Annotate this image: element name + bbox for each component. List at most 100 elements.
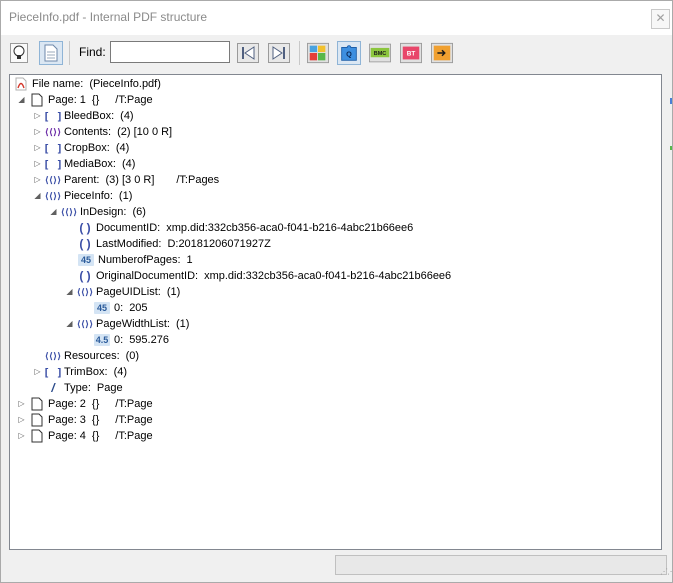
expand-arrow-icon[interactable]: ▷ [33,111,42,120]
node-value: 205 [129,302,148,314]
tree-node-pagewidthlist[interactable]: ⟨⟨⟩⟩ PageWidthList: (1) [77,316,190,332]
collapse-arrow-icon[interactable]: ◢ [17,95,26,104]
node-label: Page: 3 [48,414,86,426]
tree-node-originaldocumentid[interactable]: ( ) OriginalDocumentID: xmp.did:332cb356… [78,268,451,284]
tree-node-pageuid-0[interactable]: 45 0: 205 [94,300,148,316]
node-value: (1) [118,190,133,202]
number-icon: 4.5 [94,334,110,346]
expand-arrow-icon[interactable]: ▷ [33,175,42,184]
array-icon: [ ] [43,109,63,123]
tree-node-page-3[interactable]: Page: 3 {} /T:Page [30,412,153,428]
expand-arrow-icon[interactable]: ▷ [17,415,26,424]
hint-button[interactable] [7,41,31,65]
structure-button-5[interactable] [430,41,454,65]
node-type: /T:Page [115,398,153,410]
find-input[interactable] [110,41,230,63]
node-label: DocumentID: [96,222,161,234]
find-next-button[interactable] [267,41,291,65]
node-label: OriginalDocumentID: [96,270,199,282]
node-label: BleedBox: [64,110,115,122]
expand-arrow-icon[interactable]: ▷ [17,431,26,440]
tree-node-trimbox[interactable]: [ ] TrimBox: (4) [43,364,128,380]
node-label: Type: [64,382,91,394]
node-label: PieceInfo: [64,190,113,202]
node-value: xmp.did:332cb356-aca0-f041-b216-4abc21b6… [166,222,414,234]
expand-arrow-icon[interactable]: ▷ [33,127,42,136]
tree-node-type[interactable]: / Type: Page [46,380,122,396]
structure-button-2[interactable]: Q [337,41,361,65]
puzzle-bmc-text: BMC [374,51,387,57]
node-value: (4) [113,366,128,378]
collapse-arrow-icon[interactable]: ◢ [33,191,42,200]
structure-button-3[interactable]: BMC [368,41,392,65]
puzzle-bt-text: BT [407,51,416,58]
node-value: (6) [132,206,146,218]
collapse-arrow-icon[interactable]: ◢ [49,207,58,216]
node-label: Parent: [64,174,100,186]
node-value: 1 [186,254,193,266]
puzzle-bmc-icon: BMC [369,43,391,63]
node-label: NumberofPages: [98,254,181,266]
expand-arrow-icon[interactable]: ▷ [17,399,26,408]
structure-button-1[interactable] [306,41,330,65]
tree-node-bleedbox[interactable]: [ ] BleedBox: (4) [43,108,134,124]
node-value: (1) [166,286,181,298]
structure-button-4[interactable]: BT [399,41,423,65]
node-label: Page: 1 [48,94,86,106]
page-icon [31,93,43,107]
expand-arrow-icon[interactable]: ▷ [33,159,42,168]
tree-node-parent[interactable]: ⟨⟨⟩⟩ Parent: (3) [3 0 R] /T:Pages [44,172,219,188]
edge-highlight [670,98,672,104]
dictionary-icon: ⟨⟨⟩⟩ [44,174,62,185]
expand-arrow-icon[interactable]: ▷ [33,367,42,376]
node-value: (4) [121,158,136,170]
dictionary-icon: ⟨⟨⟩⟩ [76,286,94,297]
tree-node-file[interactable]: File name: (PieceInfo.pdf) [14,76,183,92]
tree-node-resources[interactable]: ⟨⟨⟩⟩ Resources: (0) [44,348,139,364]
dictionary-icon: ⟨⟨⟩⟩ [44,350,62,361]
tree-node-page-1[interactable]: Page: 1 {} /T:Page [30,92,153,108]
resize-grip-icon[interactable]: ⋰⋰ [660,567,673,576]
tree-node-cropbox[interactable]: [ ] CropBox: (4) [43,140,130,156]
tree-node-mediabox[interactable]: [ ] MediaBox: (4) [43,156,136,172]
tree-node-page-2[interactable]: Page: 2 {} /T:Page [30,396,153,412]
node-value: (4) [115,142,130,154]
find-next-icon [268,43,290,63]
node-value: (2) [10 0 R] [117,126,173,138]
node-value: D:20181206071927Z [167,238,271,250]
tree-node-lastmodified[interactable]: ( ) LastModified: D:20181206071927Z [78,236,271,252]
tree-node-page-4[interactable]: Page: 4 {} /T:Page [30,428,153,444]
puzzle-q-icon: Q [341,45,357,61]
name-icon: / [51,381,55,395]
collapse-arrow-icon[interactable]: ◢ [65,287,74,296]
lightbulb-icon [10,43,28,63]
node-braces: {} [91,414,100,426]
node-braces: {} [91,94,100,106]
node-label: InDesign: [80,206,127,218]
collapse-arrow-icon[interactable]: ◢ [65,319,74,328]
node-label: Resources: [64,350,120,362]
find-previous-button[interactable] [236,41,260,65]
page-icon [31,413,43,427]
tree-node-documentid[interactable]: ( ) DocumentID: xmp.did:332cb356-aca0-f0… [78,220,413,236]
structure-tree[interactable]: File name: (PieceInfo.pdf) ◢ Page: 1 {} … [9,74,662,550]
tree-node-pageuidlist[interactable]: ⟨⟨⟩⟩ PageUIDList: (1) [76,284,181,300]
node-label: 0: [114,302,124,314]
node-label: PageWidthList: [96,318,170,330]
close-button[interactable]: ✕ [651,9,670,29]
tree-node-indesign[interactable]: ⟨⟨⟩⟩ InDesign: (6) [61,204,146,220]
expand-arrow-icon[interactable]: ▷ [33,143,42,152]
node-label: TrimBox: [64,366,108,378]
tree-node-contents[interactable]: ⟨⟨⟩⟩ Contents: (2) [10 0 R] [45,124,173,140]
pdf-file-icon [15,77,27,91]
node-label: File name: [32,78,84,90]
title-bar: PieceInfo.pdf - Internal PDF structure ✕ [1,1,672,35]
tree-node-numberofpages[interactable]: 45 NumberofPages: 1 [78,252,193,268]
string-icon: ( ) [79,237,91,251]
document-view-button[interactable] [39,41,63,65]
tree-node-pagewidth-0[interactable]: 4.5 0: 595.276 [94,332,169,348]
node-type: /T:Page [115,414,153,426]
tree-node-pieceinfo[interactable]: ⟨⟨⟩⟩ PieceInfo: (1) [45,188,133,204]
node-braces: {} [91,398,100,410]
node-label: PageUIDList: [96,286,161,298]
